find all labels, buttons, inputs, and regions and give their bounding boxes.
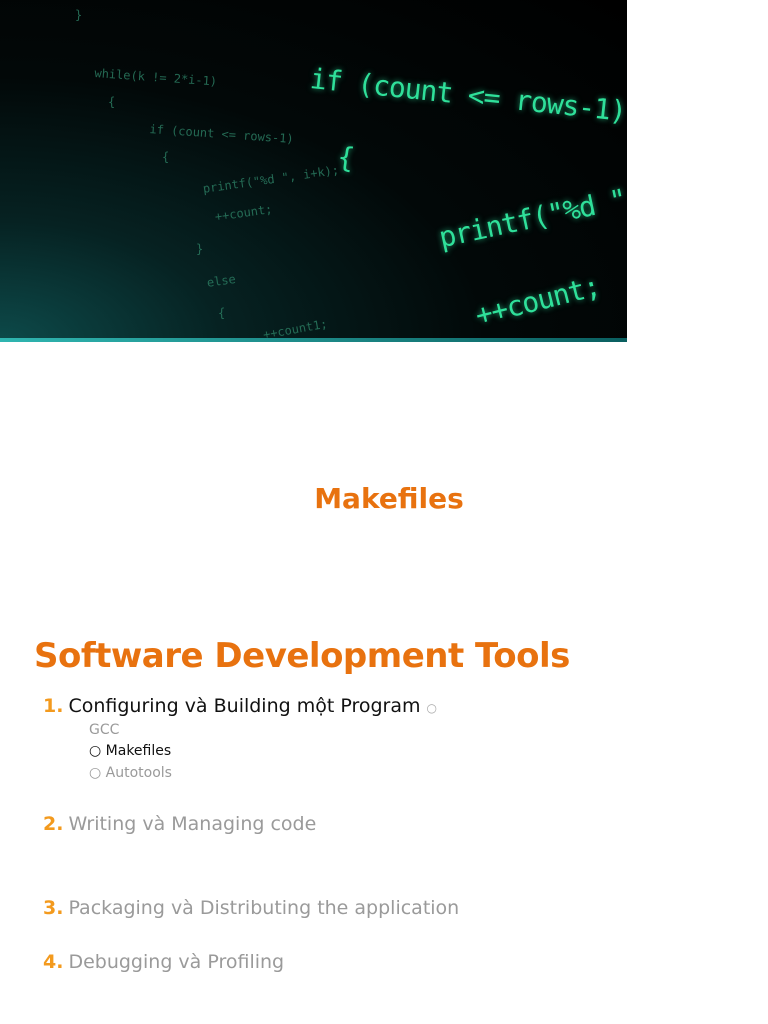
item-label: Debugging và Profiling [68,951,285,973]
code-line: } [196,242,204,256]
outline-item-3: 3. Packaging và Distributing the applicat… [43,897,459,919]
outline-subitem-makefiles: ○ Makefiles [89,743,172,759]
code-line: } [75,8,83,22]
item-number: 1. [43,695,64,717]
outline-item-1: 1. Configuring và Building một Program ○ [43,695,437,717]
section-title: Makefiles [314,482,464,515]
hero-code-image: } while(k != 2*i-1) { if (count <= rows-… [0,0,627,342]
item-label: Packaging và Distributing the applicatio… [68,897,460,919]
outline-item-2: 2. Writing và Managing code [43,813,316,835]
code-line: { [162,150,170,164]
item-label: Writing và Managing code [68,813,317,835]
code-line: while(k != 2*i-1) [94,66,218,89]
code-line-highlight: { [335,140,356,175]
code-line: else [206,271,237,290]
outline-subitem-autotools: ○ Autotools [89,765,172,781]
item-label: Configuring và Building một Program [68,695,421,717]
code-line: ++count; [214,201,274,224]
hero-glow-edge [0,338,627,342]
code-line-highlight: printf("%d ", i+k); [436,179,627,255]
item-number: 3. [43,897,64,919]
code-line: { [108,95,116,109]
code-line-highlight: if (count <= rows-1) [308,62,627,128]
code-line: { [218,306,226,320]
bullet-icon: ○ [426,701,438,715]
code-line: printf("%d ", i+k); [202,162,340,196]
code-line: if (count <= rows-1) [149,122,295,147]
outline-subitem-gcc: GCC [89,722,120,738]
item-number: 4. [43,951,64,973]
item-number: 2. [43,813,64,835]
page-title: Software Development Tools [34,636,570,676]
outline-item-4: 4. Debugging và Profiling [43,951,284,973]
code-line-highlight: ++count; [472,269,604,333]
